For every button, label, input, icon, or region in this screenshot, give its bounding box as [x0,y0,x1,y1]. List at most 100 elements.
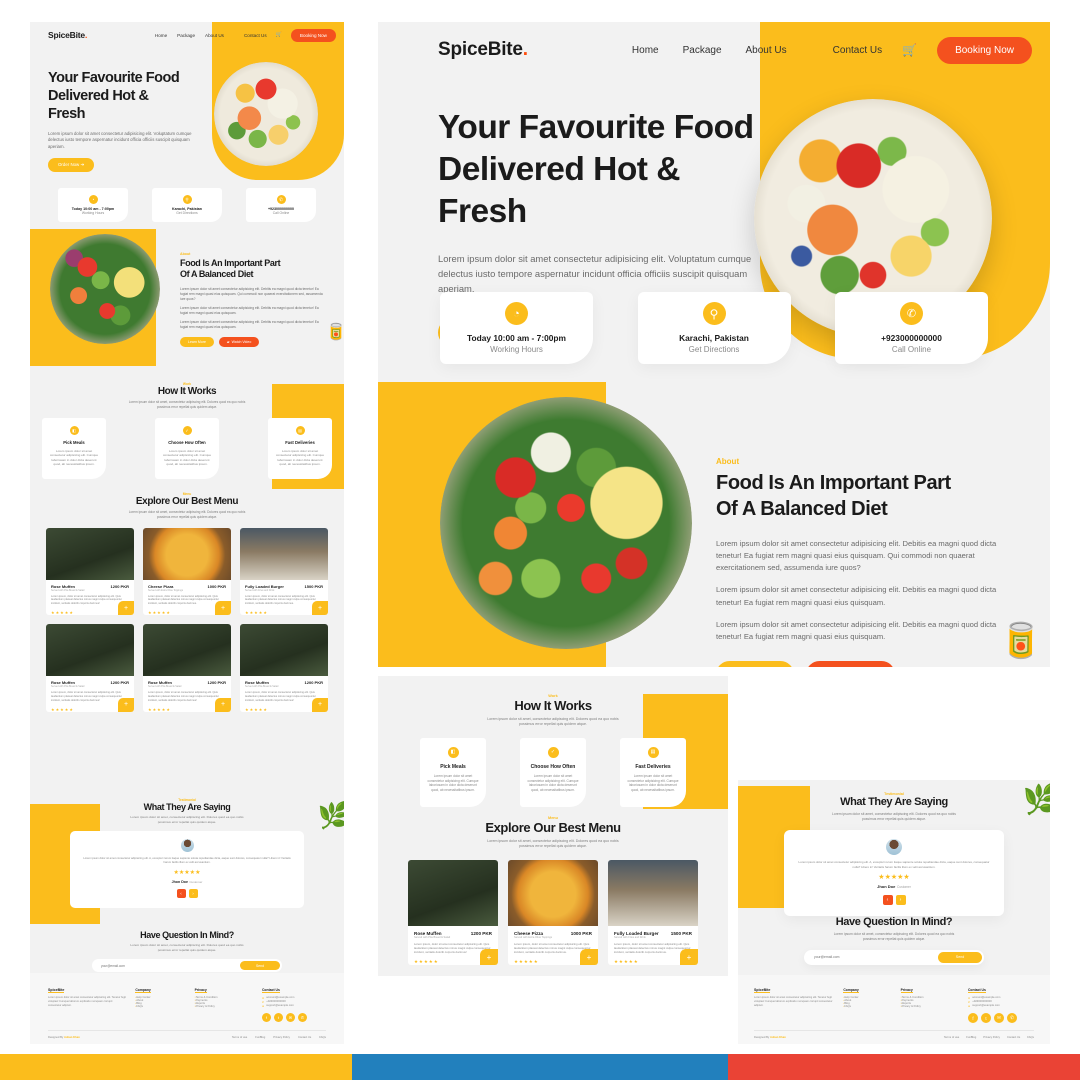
menu-card[interactable]: Rose Muffen 1200 PKR Served with Pita Bre… [46,527,134,616]
nav-link-home[interactable]: Home [632,45,659,56]
info-card[interactable]: ◔ Today 10:00 am - 7:00pm Working Hours [440,292,593,364]
menu-item-sub: Served with Extra Olive Toppings [148,588,184,592]
footer-columns: SpiceBite Lorem ipsum dolor sit amet con… [754,987,1034,1023]
learn-more-button[interactable]: Learn More [180,337,214,348]
plus-icon[interactable]: + [215,697,231,712]
footer-link[interactable]: ›FAQs [135,1005,185,1008]
step-title: Pick Meals [440,763,466,770]
footer-bottom-link[interactable]: FunBlog [255,1036,265,1039]
delivery-truck-icon: ▤ [295,425,305,435]
testimonial-name: Jhon Doe [171,879,188,884]
footer-bottom-link[interactable]: FAQs [319,1036,326,1039]
chevron-left-icon[interactable]: ‹ [882,895,893,906]
plus-icon[interactable]: + [580,949,598,966]
footer-bottom-link[interactable]: Contact Us [1007,1036,1020,1039]
info-card[interactable]: ⚲ Karachi, Pakistan Get Directions [152,188,222,222]
watch-video-button[interactable]: ▰Watch Video [805,660,895,667]
footer-contact-web[interactable]: ⊕ support@example.com [968,1004,1034,1008]
testimonial-name: Jhon Doe [877,884,896,890]
info-card[interactable]: ✆ +923000000000 Call Online [246,188,316,222]
step-card[interactable]: ✓ Choose How Often Lorem ipsum dolor sit… [520,737,586,807]
plus-icon[interactable]: + [118,601,134,616]
chevron-right-icon[interactable]: › [188,888,198,898]
step-card[interactable]: ▤ Fast Deliveries Lorem ipsum dolor sit … [268,417,332,479]
testimonial-stars: ★★★★★ [878,874,910,882]
brand-logo[interactable]: SpiceBite. [48,30,87,40]
facebook-icon[interactable]: f [967,1013,978,1023]
step-card[interactable]: ◧ Pick Meals Lorem ipsum dolor sit amet … [42,417,106,479]
cart-icon[interactable]: 🛒 [902,43,917,57]
nav-link-contact[interactable]: Contact Us [244,33,267,38]
menu-item-sub: Served with Fries and Drink [614,935,646,939]
footer-bottom-link[interactable]: Contact Us [298,1036,311,1039]
info-card[interactable]: ◔ Today 10:00 am - 7:00pm Working Hours [58,188,128,222]
newsletter-form[interactable]: Send [92,959,282,973]
footer-link[interactable]: ›FAQs [843,1005,891,1008]
nav-link-contact[interactable]: Contact Us [833,45,882,56]
mail-icon[interactable]: ✉ [993,1013,1004,1023]
step-card[interactable]: ◧ Pick Meals Lorem ipsum dolor sit amet … [420,737,486,807]
plus-icon[interactable]: + [215,601,231,616]
footer-bottom-link[interactable]: FAQs [1027,1036,1034,1039]
plus-icon[interactable]: + [312,601,328,616]
step-card[interactable]: ▤ Fast Deliveries Lorem ipsum dolor sit … [620,737,686,807]
booking-now-button[interactable]: Booking Now [937,36,1032,64]
menu-card[interactable]: Rose Muffen 1200 PKR Served with Pita Bre… [143,624,231,712]
newsletter-send-button[interactable]: Send [938,951,982,963]
menu-item-price: 1500 PKR [670,930,692,936]
footer-link[interactable]: ›Privacy & Policy [195,1005,253,1008]
plus-icon[interactable]: + [312,697,328,712]
info-card[interactable]: ✆ +923000000000 Call Online [835,292,988,364]
newsletter-form[interactable]: Send [804,949,984,965]
footer-bottom-link[interactable]: FunBlog [966,1036,976,1039]
menu-card[interactable]: Fully Loaded Burger 1500 PKR Served with … [608,859,698,966]
step-card[interactable]: ✓ Choose How Often Lorem ipsum dolor sit… [155,417,219,479]
nav-link-about[interactable]: About Us [746,45,787,56]
plus-icon[interactable]: + [480,949,498,966]
plus-icon[interactable]: + [118,697,134,712]
footer-bottom-link[interactable]: Privacy Policy [273,1036,290,1039]
mockup-canvas: SpiceBite. Home Package About Us Contact… [0,0,1080,1080]
mail-icon[interactable]: ✉ [285,1013,295,1022]
nav-link-about[interactable]: About Us [205,33,224,38]
hero-food-bowl-image [214,62,318,166]
footer-bottom-link[interactable]: Privacy Policy [983,1036,1000,1039]
location-pin-icon: ⚲ [702,302,726,325]
whatsapp-icon[interactable]: ✆ [297,1013,307,1022]
menu-card[interactable]: Rose Muffen 1200 PKR Served with Pita Bre… [46,624,134,712]
info-card-subtitle: Call Online [891,345,932,354]
cart-icon[interactable]: 🛒 [276,32,282,38]
menu-card[interactable]: Rose Muffen 1200 PKR Served with Pita Bre… [240,624,328,712]
menu-card[interactable]: Rose Muffen 1200 PKR Served with Pita Bre… [408,859,498,966]
footer-bottom-link[interactable]: Terms of use [232,1036,247,1039]
newsletter-email-input[interactable] [814,955,938,960]
chevron-left-icon[interactable]: ‹ [176,888,186,898]
menu-card[interactable]: Cheese Pizza 1000 PKR Served with Extra O… [143,527,231,616]
burger-meal-icon: ◧ [69,425,79,435]
watch-video-button[interactable]: ▰Watch Video [218,337,260,348]
menu-card[interactable]: Fully Loaded Burger 1500 PKR Served with … [240,527,328,616]
about-kicker: About [180,252,191,256]
newsletter-send-button[interactable]: Send [240,961,280,971]
facebook-icon[interactable]: f [261,1013,271,1022]
plus-icon[interactable]: + [680,949,698,966]
footer-bottom-bar: Designed By Adnan Khan Terms of use FunB… [754,1030,1034,1044]
brand-logo[interactable]: SpiceBite. [438,39,528,61]
chevron-right-icon[interactable]: › [895,895,906,906]
newsletter-email-input[interactable] [101,963,240,968]
learn-more-button[interactable]: Learn More [716,660,794,667]
info-card[interactable]: ⚲ Karachi, Pakistan Get Directions [637,292,791,364]
nav-link-package[interactable]: Package [177,33,195,38]
footer-link[interactable]: ›Privacy & Policy [901,1005,959,1008]
nav-link-package[interactable]: Package [683,45,722,56]
whatsapp-icon[interactable]: ✆ [1006,1013,1017,1023]
twitter-icon[interactable]: t [273,1013,283,1022]
footer-bottom-link[interactable]: Terms of use [944,1036,959,1039]
twitter-icon[interactable]: t [980,1013,991,1023]
about-title: Food Is An Important Part Of A Balanced D… [716,472,951,520]
order-now-button[interactable]: Order Now ➜ [48,158,95,173]
menu-card[interactable]: Cheese Pizza 1000 PKR Served with Extra O… [508,859,598,966]
footer-contact-web[interactable]: ⊕ support@example.com [262,1004,326,1008]
booking-now-button[interactable]: Booking Now [290,28,336,42]
nav-link-home[interactable]: Home [155,33,167,38]
